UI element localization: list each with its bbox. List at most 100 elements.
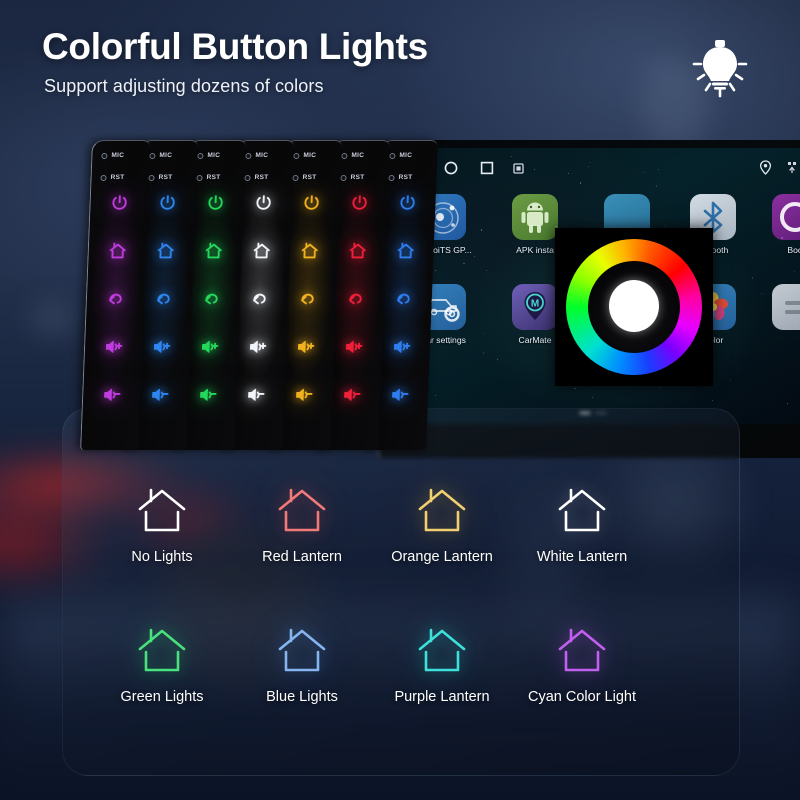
back-icon[interactable] xyxy=(345,289,366,309)
house-lantern-icon xyxy=(274,625,330,675)
home-icon[interactable] xyxy=(203,241,224,261)
volume-down-icon[interactable] xyxy=(389,385,410,405)
app-browser[interactable]: Boo xyxy=(767,194,800,255)
volume-up-icon[interactable] xyxy=(343,337,364,357)
screenshot-icon[interactable] xyxy=(513,163,524,174)
power-icon[interactable] xyxy=(301,193,322,213)
back-icon[interactable] xyxy=(297,289,318,309)
mic-label: MIC xyxy=(255,152,269,159)
volume-down-icon[interactable] xyxy=(293,385,314,405)
color-wheel-center-swatch[interactable] xyxy=(609,280,659,332)
light-mode-label: No Lights xyxy=(131,549,193,565)
light-bulb-icon xyxy=(692,40,748,98)
color-wheel-picker[interactable] xyxy=(555,228,713,386)
recents-icon[interactable] xyxy=(479,160,495,176)
wallpaper-star xyxy=(574,387,576,390)
house-lantern-icon xyxy=(414,485,470,535)
volume-up-icon[interactable] xyxy=(391,337,412,357)
power-icon[interactable] xyxy=(349,193,370,213)
android-navbar xyxy=(385,154,800,180)
rst-led-icon xyxy=(340,175,347,181)
wallpaper-star xyxy=(482,332,484,334)
mic-label: MIC xyxy=(303,152,317,159)
volume-up-icon[interactable] xyxy=(103,337,124,357)
wallpaper-star xyxy=(761,293,763,295)
wallpaper-star xyxy=(497,358,499,361)
page-header: Colorful Button Lights Support adjusting… xyxy=(0,0,800,130)
volume-down-icon[interactable] xyxy=(101,385,122,405)
power-icon[interactable] xyxy=(109,193,130,213)
back-icon[interactable] xyxy=(201,289,222,309)
light-mode-label: Orange Lantern xyxy=(391,549,493,565)
power-icon[interactable] xyxy=(205,193,226,213)
light-mode-cell[interactable]: No Lights xyxy=(87,485,237,565)
wallpaper-star xyxy=(751,277,754,279)
home-icon[interactable] xyxy=(107,241,128,261)
house-lantern-icon xyxy=(134,485,190,535)
volume-up-icon[interactable] xyxy=(247,337,268,357)
rst-label: RST xyxy=(254,174,269,181)
house-lantern-icon xyxy=(414,625,470,675)
mic-label: MIC xyxy=(159,152,173,159)
power-icon[interactable] xyxy=(397,193,418,213)
volume-down-icon[interactable] xyxy=(149,385,170,405)
wallpaper-star xyxy=(474,256,476,258)
back-icon[interactable] xyxy=(105,289,126,309)
power-icon[interactable] xyxy=(157,193,178,213)
wallpaper-star xyxy=(434,395,437,397)
wallpaper-star xyxy=(480,229,482,231)
app-files[interactable] xyxy=(767,284,800,335)
volume-down-icon[interactable] xyxy=(341,385,362,405)
home-icon[interactable] xyxy=(347,241,368,261)
light-mode-cell[interactable]: Blue Lights xyxy=(227,625,377,705)
volume-up-icon[interactable] xyxy=(199,337,220,357)
mic-led-icon xyxy=(149,153,156,159)
home-icon[interactable] xyxy=(443,160,459,176)
house-lantern-icon xyxy=(274,485,330,535)
wallpaper-star xyxy=(486,269,488,272)
light-mode-cell[interactable]: White Lantern xyxy=(507,485,657,565)
wallpaper-star xyxy=(579,182,581,184)
rst-label: RST xyxy=(110,174,125,181)
light-mode-cell[interactable]: Green Lights xyxy=(87,625,237,705)
volume-up-icon[interactable] xyxy=(295,337,316,357)
rst-led-icon xyxy=(292,175,299,181)
signal-icon xyxy=(788,162,796,173)
rst-led-icon xyxy=(388,175,395,181)
wallpaper-star xyxy=(435,270,437,272)
wallpaper-star xyxy=(587,165,589,167)
wallpaper-star xyxy=(781,237,783,239)
rst-label: RST xyxy=(398,174,413,181)
rst-label: RST xyxy=(158,174,173,181)
home-icon[interactable] xyxy=(251,241,272,261)
browser-icon xyxy=(772,194,800,240)
light-mode-cell[interactable]: Orange Lantern xyxy=(367,485,517,565)
wallpaper-star xyxy=(786,402,789,405)
house-lantern-icon xyxy=(554,485,610,535)
mic-label: MIC xyxy=(351,152,365,159)
power-icon[interactable] xyxy=(253,193,274,213)
back-icon[interactable] xyxy=(249,289,270,309)
wallpaper-star xyxy=(571,172,574,174)
volume-up-icon[interactable] xyxy=(151,337,172,357)
light-mode-cell[interactable]: Purple Lantern xyxy=(367,625,517,705)
volume-down-icon[interactable] xyxy=(245,385,266,405)
wallpaper-star xyxy=(483,352,485,354)
light-mode-label: Green Lights xyxy=(120,689,204,705)
wallpaper-star xyxy=(795,322,797,324)
light-mode-cell[interactable]: Red Lantern xyxy=(227,485,377,565)
home-icon[interactable] xyxy=(395,241,416,261)
volume-down-icon[interactable] xyxy=(197,385,218,405)
back-icon[interactable] xyxy=(153,289,174,309)
light-mode-cell[interactable]: Cyan Color Light xyxy=(507,625,657,705)
light-mode-label: White Lantern xyxy=(536,549,628,565)
page-title: Colorful Button Lights xyxy=(42,26,428,67)
home-icon[interactable] xyxy=(155,241,176,261)
mic-label: MIC xyxy=(207,152,221,159)
button-column-purple: MIC RST xyxy=(80,140,150,450)
back-icon[interactable] xyxy=(393,289,414,309)
house-lantern-icon xyxy=(134,625,190,675)
wallpaper-star xyxy=(592,397,594,399)
rst-label: RST xyxy=(302,174,317,181)
home-icon[interactable] xyxy=(299,241,320,261)
